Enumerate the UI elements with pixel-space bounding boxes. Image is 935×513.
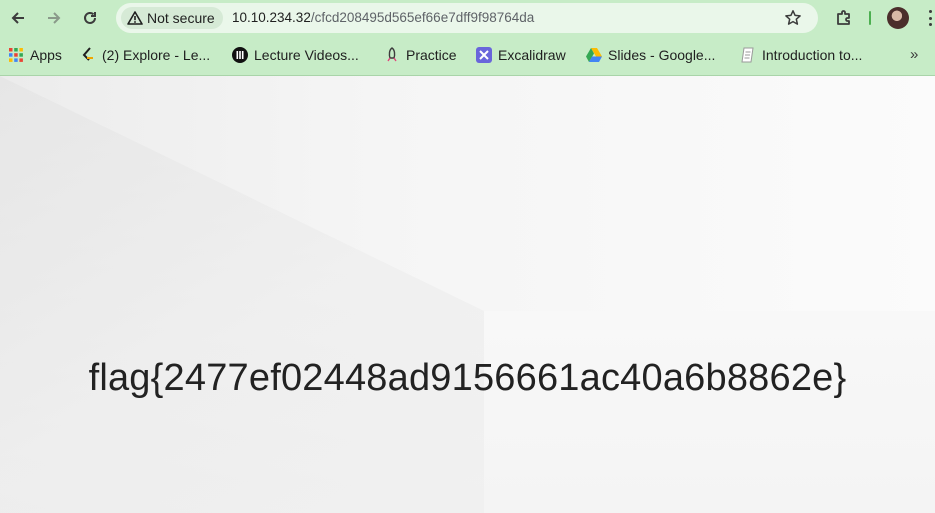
reload-icon bbox=[84, 11, 96, 24]
address-bar[interactable]: Not secure 10.10.234.32/cfcd208495d565ef… bbox=[116, 3, 818, 33]
bookmark-star-button[interactable] bbox=[782, 7, 804, 29]
bookmark-label: Slides - Google... bbox=[608, 47, 716, 63]
bookmark-lecture-videos[interactable]: Lecture Videos... bbox=[232, 46, 359, 64]
arrow-left-icon bbox=[11, 12, 24, 24]
back-button[interactable] bbox=[6, 6, 30, 30]
kebab-dot bbox=[928, 23, 932, 26]
security-label: Not secure bbox=[147, 10, 215, 26]
page-content bbox=[0, 76, 935, 513]
chevron-double-right-icon[interactable]: » bbox=[910, 46, 918, 63]
bookmark-label: Practice bbox=[406, 47, 457, 63]
profile-avatar[interactable] bbox=[887, 7, 909, 29]
puzzle-icon bbox=[837, 10, 850, 25]
toolbar-separator bbox=[869, 11, 871, 25]
page-icon bbox=[740, 47, 756, 63]
url-path: /cfcd208495d565ef66e7dff9f98764da bbox=[310, 10, 535, 25]
google-drive-icon bbox=[586, 47, 602, 63]
menu-kebab-button[interactable] bbox=[925, 8, 935, 28]
bookmarks-bar: Apps (2) Explore - Le... Lecture Videos.… bbox=[0, 36, 935, 76]
bookmark-label: Apps bbox=[30, 47, 62, 63]
bookmark-excalidraw[interactable]: Excalidraw bbox=[476, 46, 566, 64]
bookmark-label: Introduction to... bbox=[762, 47, 863, 63]
bookmark-label: Excalidraw bbox=[498, 47, 566, 63]
flag-text: flag{2477ef02448ad9156661ac40a6b8862e} bbox=[88, 357, 847, 399]
warning-triangle-icon bbox=[127, 11, 143, 25]
bookmark-label: (2) Explore - Le... bbox=[102, 47, 211, 63]
background-right-wall bbox=[484, 311, 935, 513]
leetcode-icon bbox=[80, 47, 96, 63]
bookmark-introduction[interactable]: Introduction to... bbox=[740, 46, 862, 64]
kebab-dot bbox=[928, 10, 932, 13]
forward-button[interactable] bbox=[42, 6, 66, 30]
kebab-dot bbox=[928, 16, 932, 20]
bookmark-leetcode[interactable]: (2) Explore - Le... bbox=[80, 46, 210, 64]
bookmark-label: Lecture Videos... bbox=[254, 47, 359, 63]
security-chip[interactable]: Not secure bbox=[121, 7, 223, 29]
excalidraw-icon bbox=[476, 47, 492, 63]
reload-button[interactable] bbox=[78, 6, 102, 30]
bookmark-apps[interactable]: Apps bbox=[8, 46, 62, 64]
url-text[interactable]: 10.10.234.32/cfcd208495d565ef66e7dff9f98… bbox=[232, 10, 534, 25]
browser-toolbar: Not secure 10.10.234.32/cfcd208495d565ef… bbox=[0, 0, 935, 36]
bookmark-practice[interactable]: Practice bbox=[384, 46, 457, 64]
url-host: 10.10.234.32 bbox=[232, 10, 311, 25]
arrow-right-icon bbox=[48, 12, 61, 24]
star-icon bbox=[785, 10, 801, 25]
apps-grid-icon bbox=[8, 47, 24, 63]
bookmark-google-slides[interactable]: Slides - Google... bbox=[586, 46, 715, 64]
lecture-icon bbox=[232, 47, 248, 63]
extensions-button[interactable] bbox=[832, 6, 856, 30]
rocket-icon bbox=[384, 47, 400, 63]
